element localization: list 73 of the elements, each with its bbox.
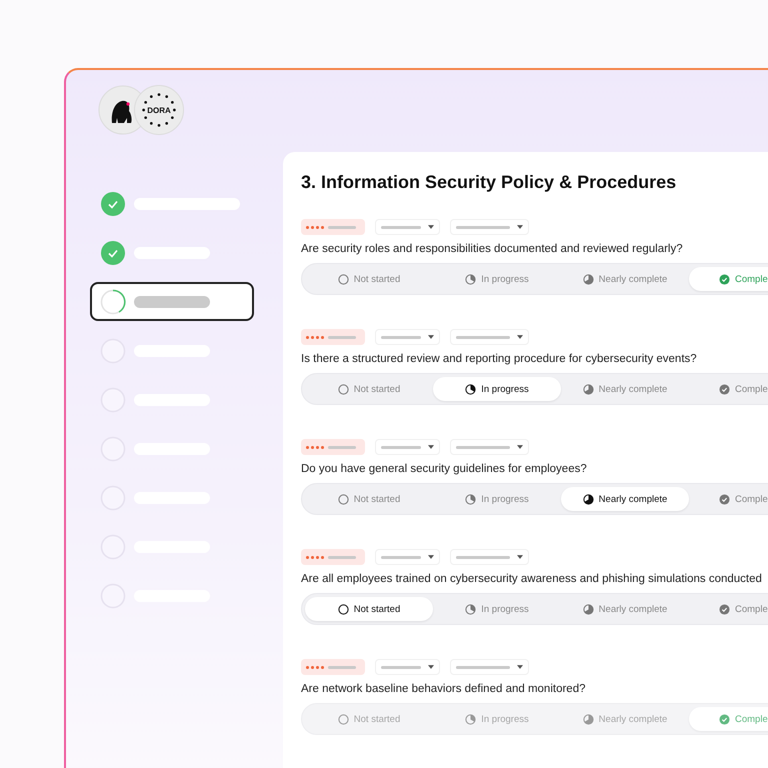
status-option[interactable]: Not started [305, 597, 433, 621]
pie-three-quarter-icon [582, 604, 594, 614]
caret-icon [428, 225, 434, 229]
caret-icon [517, 665, 523, 669]
status-option[interactable]: Nearly complete [561, 377, 689, 401]
caret-icon [428, 335, 434, 339]
status-option[interactable]: Nearly complete [561, 597, 689, 621]
status-option[interactable]: Not started [305, 377, 433, 401]
status-option[interactable]: Comple [689, 487, 768, 511]
question-text: Is there a structured review and reporting procedure for cybersecurity events? [301, 353, 698, 365]
status-option[interactable]: Nearly complete [561, 487, 689, 511]
pie-quarter-icon [465, 384, 476, 394]
status-option[interactable]: Not started [305, 707, 433, 731]
check-circle-icon [719, 714, 730, 724]
status-option[interactable]: Comple [689, 267, 768, 291]
status-option[interactable]: Comple [689, 707, 768, 731]
status-option[interactable]: Nearly complete [561, 707, 689, 731]
status-option[interactable]: In progress [433, 597, 561, 621]
status-option[interactable]: In progress [433, 377, 561, 401]
status-option[interactable]: Comple [689, 377, 768, 401]
status-option[interactable]: Not started [305, 267, 433, 291]
empty-circle-icon [338, 274, 349, 284]
status-option[interactable]: Comple [689, 597, 768, 621]
pie-quarter-icon [465, 604, 476, 614]
pie-three-quarter-icon [582, 384, 594, 394]
dora-badge: DORA [134, 85, 184, 135]
check-circle-icon [719, 604, 730, 614]
check-circle-icon [719, 274, 730, 284]
pie-three-quarter-icon [582, 714, 594, 724]
caret-icon [517, 335, 523, 339]
caret-icon [428, 555, 434, 559]
question-text: Are security roles and responsibilities documented and reviewed regularly? [301, 243, 684, 255]
dropdown[interactable] [375, 549, 440, 565]
priority-tag [301, 439, 365, 455]
status-option[interactable]: In progress [433, 487, 561, 511]
dropdown[interactable] [450, 439, 529, 455]
caret-icon [428, 445, 434, 449]
pie-quarter-icon [465, 494, 476, 504]
status-option[interactable]: In progress [433, 707, 561, 731]
dropdown[interactable] [450, 549, 529, 565]
status-option[interactable]: In progress [433, 267, 561, 291]
check-circle-icon [719, 494, 730, 504]
caret-icon [517, 445, 523, 449]
empty-circle-icon [338, 384, 349, 394]
priority-tag [301, 659, 365, 675]
status-option[interactable]: Nearly complete [561, 267, 689, 291]
question-text: Are network baseline behaviors defined and monitored? [301, 683, 586, 695]
status-option[interactable]: Not started [305, 487, 433, 511]
pie-three-quarter-icon [582, 274, 594, 284]
dropdown[interactable] [375, 219, 440, 235]
priority-tag [301, 549, 365, 565]
caret-icon [517, 225, 523, 229]
dropdown[interactable] [375, 329, 440, 345]
empty-circle-icon [338, 604, 349, 614]
check-circle-icon [719, 384, 730, 394]
dropdown[interactable] [450, 329, 529, 345]
priority-tag [301, 329, 365, 345]
priority-tag [301, 219, 365, 235]
empty-circle-icon [338, 494, 349, 504]
caret-icon [428, 665, 434, 669]
pie-quarter-icon [465, 274, 476, 284]
pie-three-quarter-icon [582, 494, 594, 504]
question-text: Are all employees trained on cybersecurity awareness and phishing simulations conducted [301, 573, 763, 585]
pie-quarter-icon [465, 714, 476, 724]
caret-icon [517, 555, 523, 559]
empty-circle-icon [338, 714, 349, 724]
current-step[interactable] [90, 282, 254, 321]
section-title: 3. Information Security Policy & Procedures [301, 172, 678, 193]
dropdown[interactable] [375, 439, 440, 455]
dropdown[interactable] [450, 659, 529, 675]
question-text: Do you have general security guidelines for employees? [301, 463, 588, 475]
dropdown[interactable] [375, 659, 440, 675]
dropdown[interactable] [450, 219, 529, 235]
